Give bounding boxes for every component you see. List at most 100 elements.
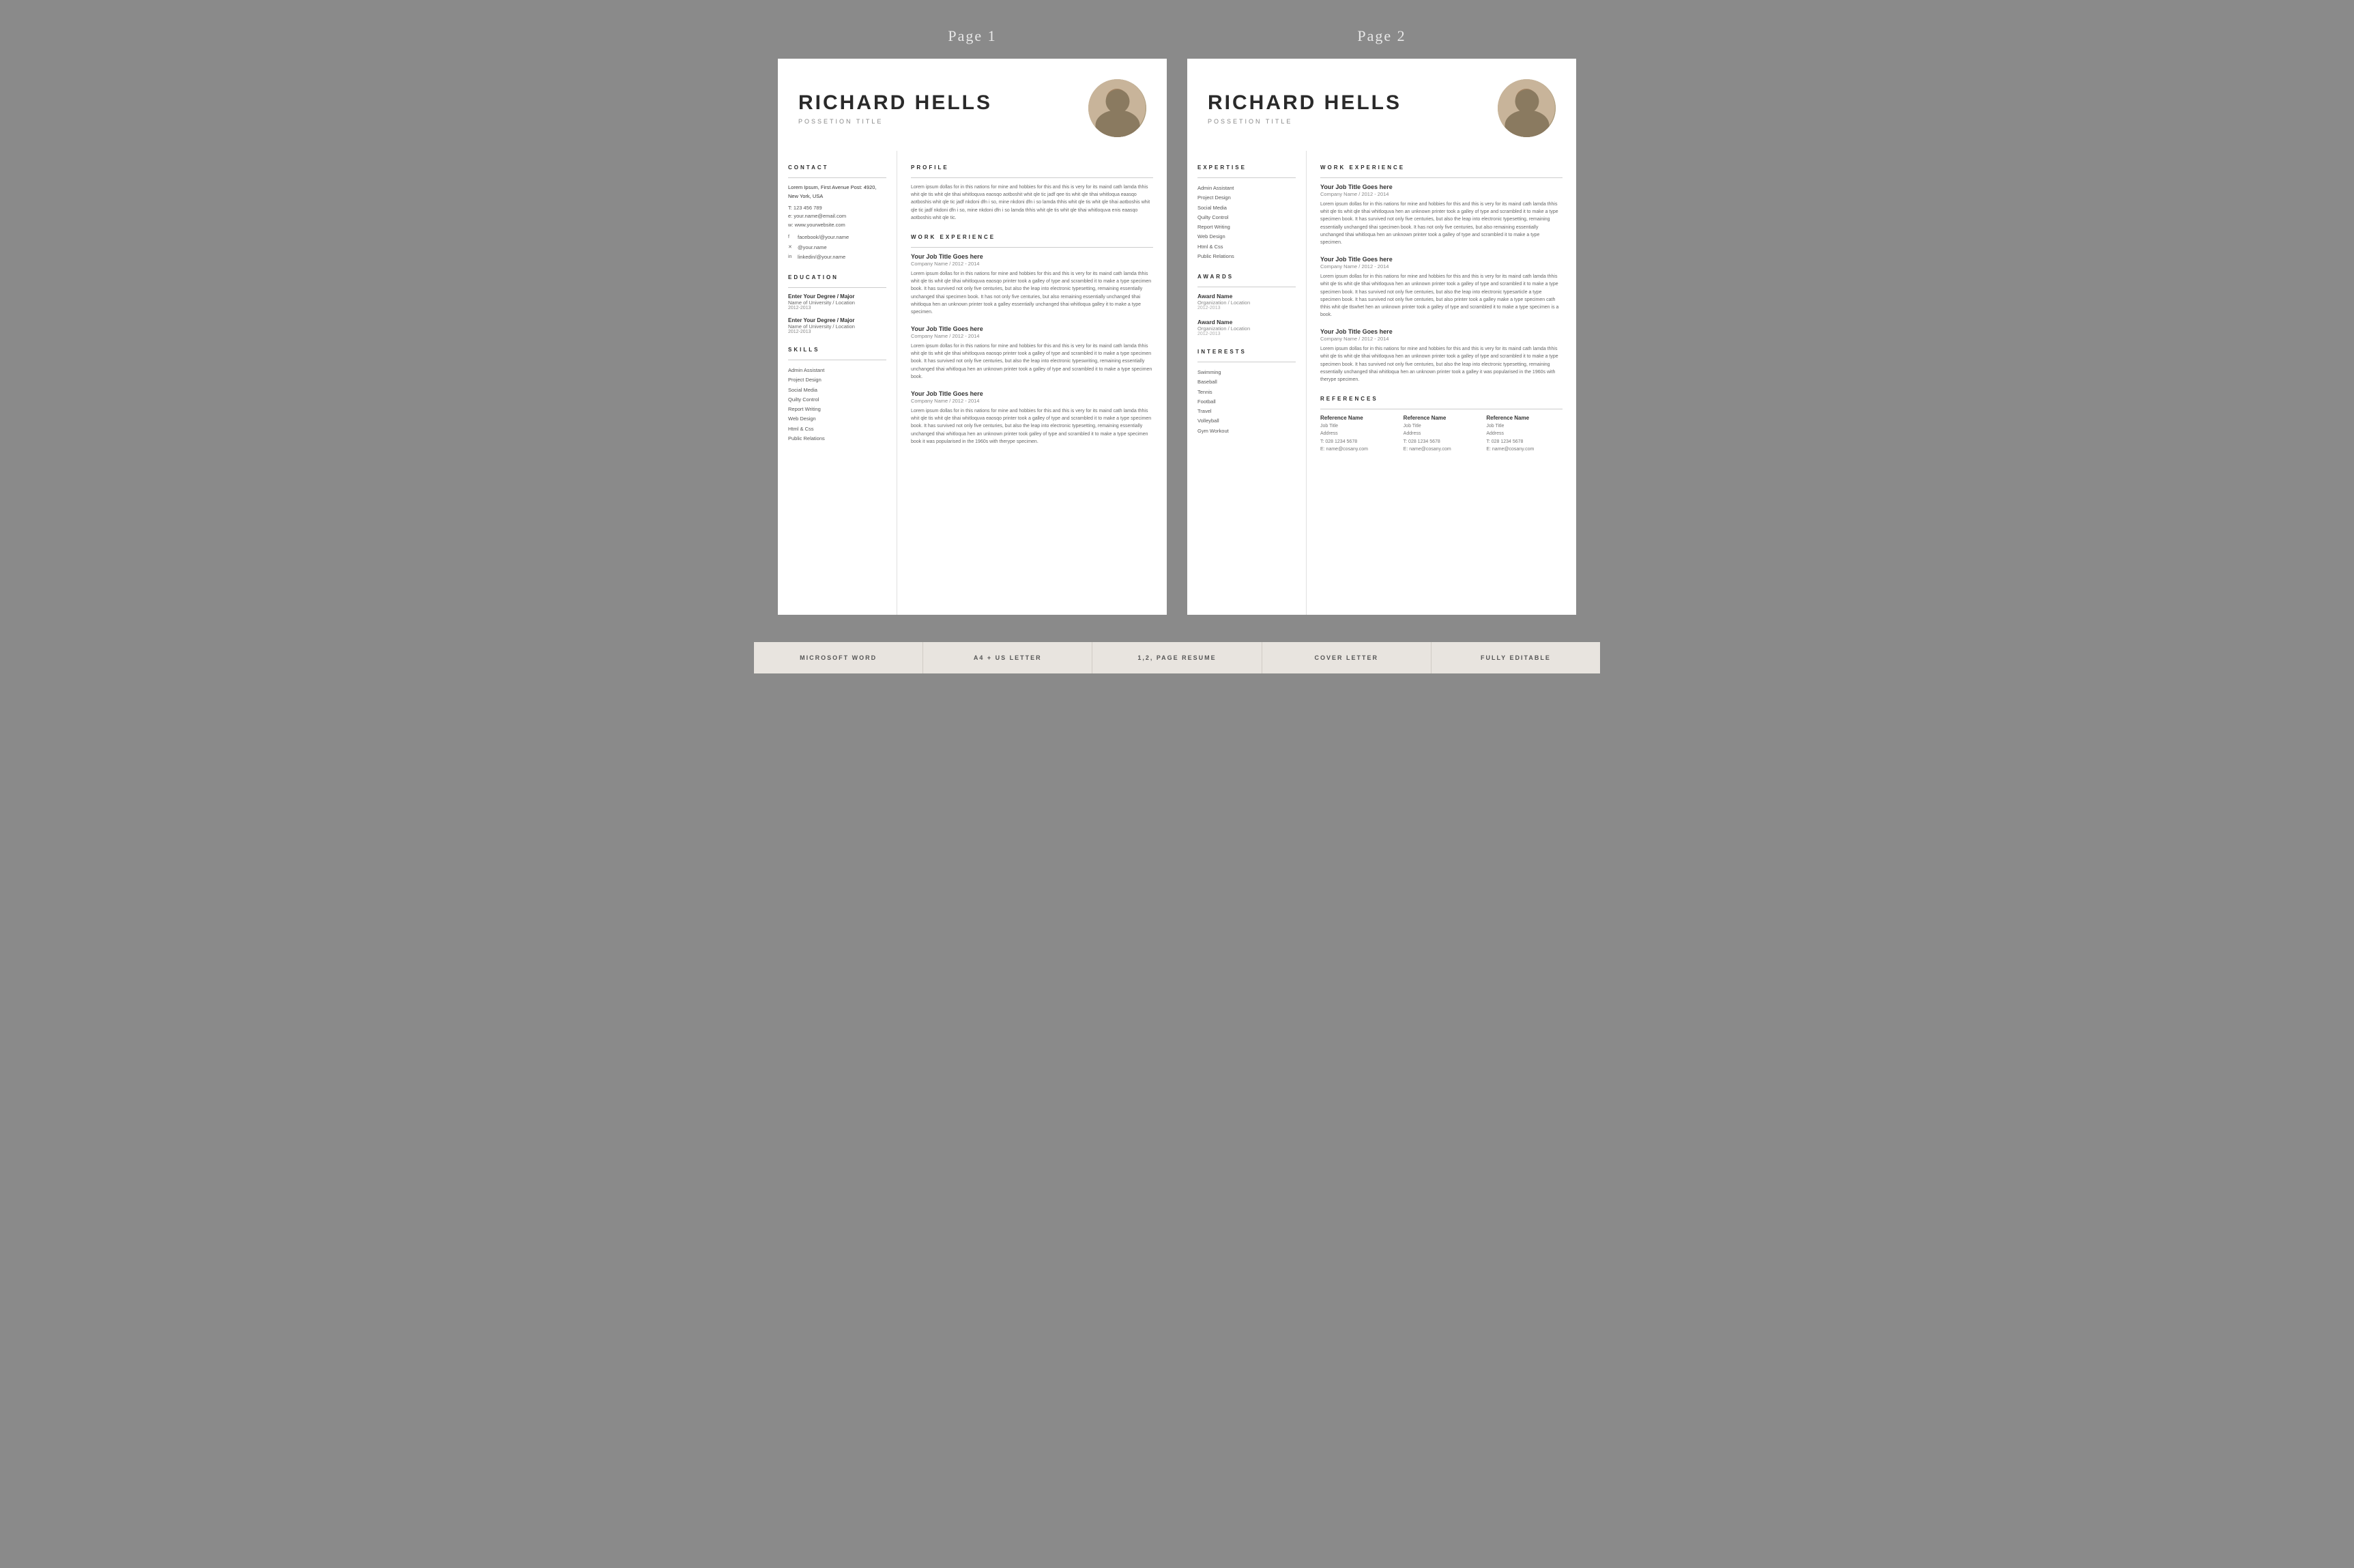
page2-body: EXPERTISE Admin AssistantProject DesignS… [1187,151,1576,615]
skills-list: Admin AssistantProject DesignSocial Medi… [788,366,886,444]
page1-position: POSSETION TITLE [798,118,992,125]
p2-job-title-1: Your Job Title Goes here [1320,256,1563,263]
page1-body: CONTACT Lorem Ipsum, First Avenue Post: … [778,151,1167,615]
contact-phone: T: 123 456 789 [788,204,886,213]
awards-list: Award Name Organization / Location 2012-… [1197,293,1296,336]
award-org-0: Organization / Location [1197,300,1296,306]
p2-job-entry-2: Your Job Title Goes here Company Name / … [1320,328,1563,383]
ref-jobtitle-1: Job Title [1404,422,1480,430]
references-list: Reference Name Job Title Address T: 028 … [1320,415,1563,453]
contact-twitter: @your.name [798,244,827,252]
p2-work-exp-divider [1320,177,1563,178]
ref-entry-1: Reference Name Job Title Address T: 028 … [1404,415,1480,453]
page2-position: POSSETION TITLE [1208,118,1401,125]
interest-item-4: Travel [1197,407,1296,416]
expertise-divider [1197,177,1296,178]
job-desc-0: Lorem ipsum dollas for in this nations f… [911,270,1153,316]
page2-name: RICHARD HELLS [1208,91,1401,115]
badge-2: 1,2, PAGE RESUME [1092,642,1262,673]
award-name-0: Award Name [1197,293,1296,300]
expertise-item-7: Public Relations [1197,252,1296,261]
p2-job-entry-0: Your Job Title Goes here Company Name / … [1320,184,1563,246]
page1-right-col: PROFILE Lorem ipsum dollas for in this n… [897,151,1167,615]
skill-item-1: Project Design [788,375,886,385]
edu-school-0: Name of University / Location [788,300,886,306]
education-section-title: EDUCATION [788,274,886,280]
contact-email: e: your.name@email.com [788,212,886,221]
profile-divider [911,177,1153,178]
ref-email-2: E: name@cosany.com [1486,446,1563,453]
job-company-1: Company Name / 2012 - 2014 [911,333,1153,339]
contact-section-title: CONTACT [788,164,886,171]
skill-item-4: Report Writing [788,405,886,414]
twitter-icon: ✕ [788,244,795,252]
expertise-list: Admin AssistantProject DesignSocial Medi… [1197,184,1296,261]
job-company-0: Company Name / 2012 - 2014 [911,261,1153,267]
job-entry-1: Your Job Title Goes here Company Name / … [911,325,1153,381]
p2-job-desc-0: Lorem ipsum dollas for in this nations f… [1320,201,1563,246]
contact-website: w: www.yourwebsite.com [788,221,886,230]
ref-jobtitle-0: Job Title [1320,422,1397,430]
job-entry-0: Your Job Title Goes here Company Name / … [911,253,1153,316]
p2-job-title-0: Your Job Title Goes here [1320,184,1563,190]
award-entry-0: Award Name Organization / Location 2012-… [1197,293,1296,310]
job-desc-1: Lorem ipsum dollas for in this nations f… [911,343,1153,381]
ref-entry-0: Reference Name Job Title Address T: 028 … [1320,415,1397,453]
interest-item-5: Volleyball [1197,416,1296,426]
page1-avatar-image [1088,79,1146,137]
footer-badges: MICROSOFT WORDA4 + US LETTER1,2, PAGE RE… [754,642,1600,673]
edu-year-0: 2012-2013 [788,306,886,310]
ref-phone-1: T: 028 1234 5678 [1404,438,1480,446]
edu-year-1: 2012-2013 [788,330,886,334]
expertise-item-2: Social Media [1197,203,1296,213]
facebook-icon: f [788,233,795,242]
ref-email-0: E: name@cosany.com [1320,446,1397,453]
ref-address-0: Address [1320,430,1397,437]
page2: RICHARD HELLS POSSETION TITLE E [1187,59,1576,615]
contact-address: Lorem Ipsum, First Avenue Post: 4920, Ne… [788,184,886,201]
contact-linkedin-row: in linkedin/@your.name [788,253,886,262]
ref-jobtitle-2: Job Title [1486,422,1563,430]
interest-item-0: Swimming [1197,368,1296,377]
pages-container: RICHARD HELLS POSSETION TITLE C [754,59,1600,615]
references-section-title: REFERENCES [1320,396,1563,402]
ref-email-1: E: name@cosany.com [1404,446,1480,453]
interest-item-2: Tennis [1197,388,1296,397]
page1-avatar [1088,79,1146,137]
p2-job-title-2: Your Job Title Goes here [1320,328,1563,335]
p2-job-company-2: Company Name / 2012 - 2014 [1320,336,1563,342]
page2-avatar [1498,79,1556,137]
ref-name-2: Reference Name [1486,415,1563,421]
expertise-item-0: Admin Assistant [1197,184,1296,193]
expertise-section-title: EXPERTISE [1197,164,1296,171]
ref-address-2: Address [1486,430,1563,437]
expertise-item-4: Report Writing [1197,222,1296,232]
ref-phone-2: T: 028 1234 5678 [1486,438,1563,446]
skill-item-7: Public Relations [788,434,886,444]
page2-header-text: RICHARD HELLS POSSETION TITLE [1208,91,1401,125]
job-title-1: Your Job Title Goes here [911,325,1153,332]
skill-item-5: Web Design [788,414,886,424]
profile-text: Lorem ipsum dollas for in this nations f… [911,184,1153,222]
p2-job-desc-2: Lorem ipsum dollas for in this nations f… [1320,345,1563,383]
p2-job-company-0: Company Name / 2012 - 2014 [1320,191,1563,197]
edu-entry-0: Enter Your Degree / Major Name of Univer… [788,293,886,310]
badge-1: A4 + US LETTER [923,642,1092,673]
award-org-1: Organization / Location [1197,325,1296,332]
education-divider [788,287,886,288]
page2-right-col: WORK EXPERIENCE Your Job Title Goes here… [1307,151,1576,615]
ref-name-1: Reference Name [1404,415,1480,421]
ref-entry-2: Reference Name Job Title Address T: 028 … [1486,415,1563,453]
badge-3: COVER LETTER [1262,642,1432,673]
interest-item-3: Football [1197,397,1296,407]
page1-header-text: RICHARD HELLS POSSETION TITLE [798,91,992,125]
award-year-1: 2012-2013 [1197,332,1296,336]
page2-label: Page 2 [1357,27,1406,45]
page1-name: RICHARD HELLS [798,91,992,115]
award-entry-1: Award Name Organization / Location 2012-… [1197,319,1296,336]
edu-degree-0: Enter Your Degree / Major [788,293,886,300]
interests-list: SwimmingBaseballTennisFootballTravelVoll… [1197,368,1296,436]
badge-4: FULLY EDITABLE [1432,642,1600,673]
ref-phone-0: T: 028 1234 5678 [1320,438,1397,446]
interest-item-1: Baseball [1197,377,1296,387]
